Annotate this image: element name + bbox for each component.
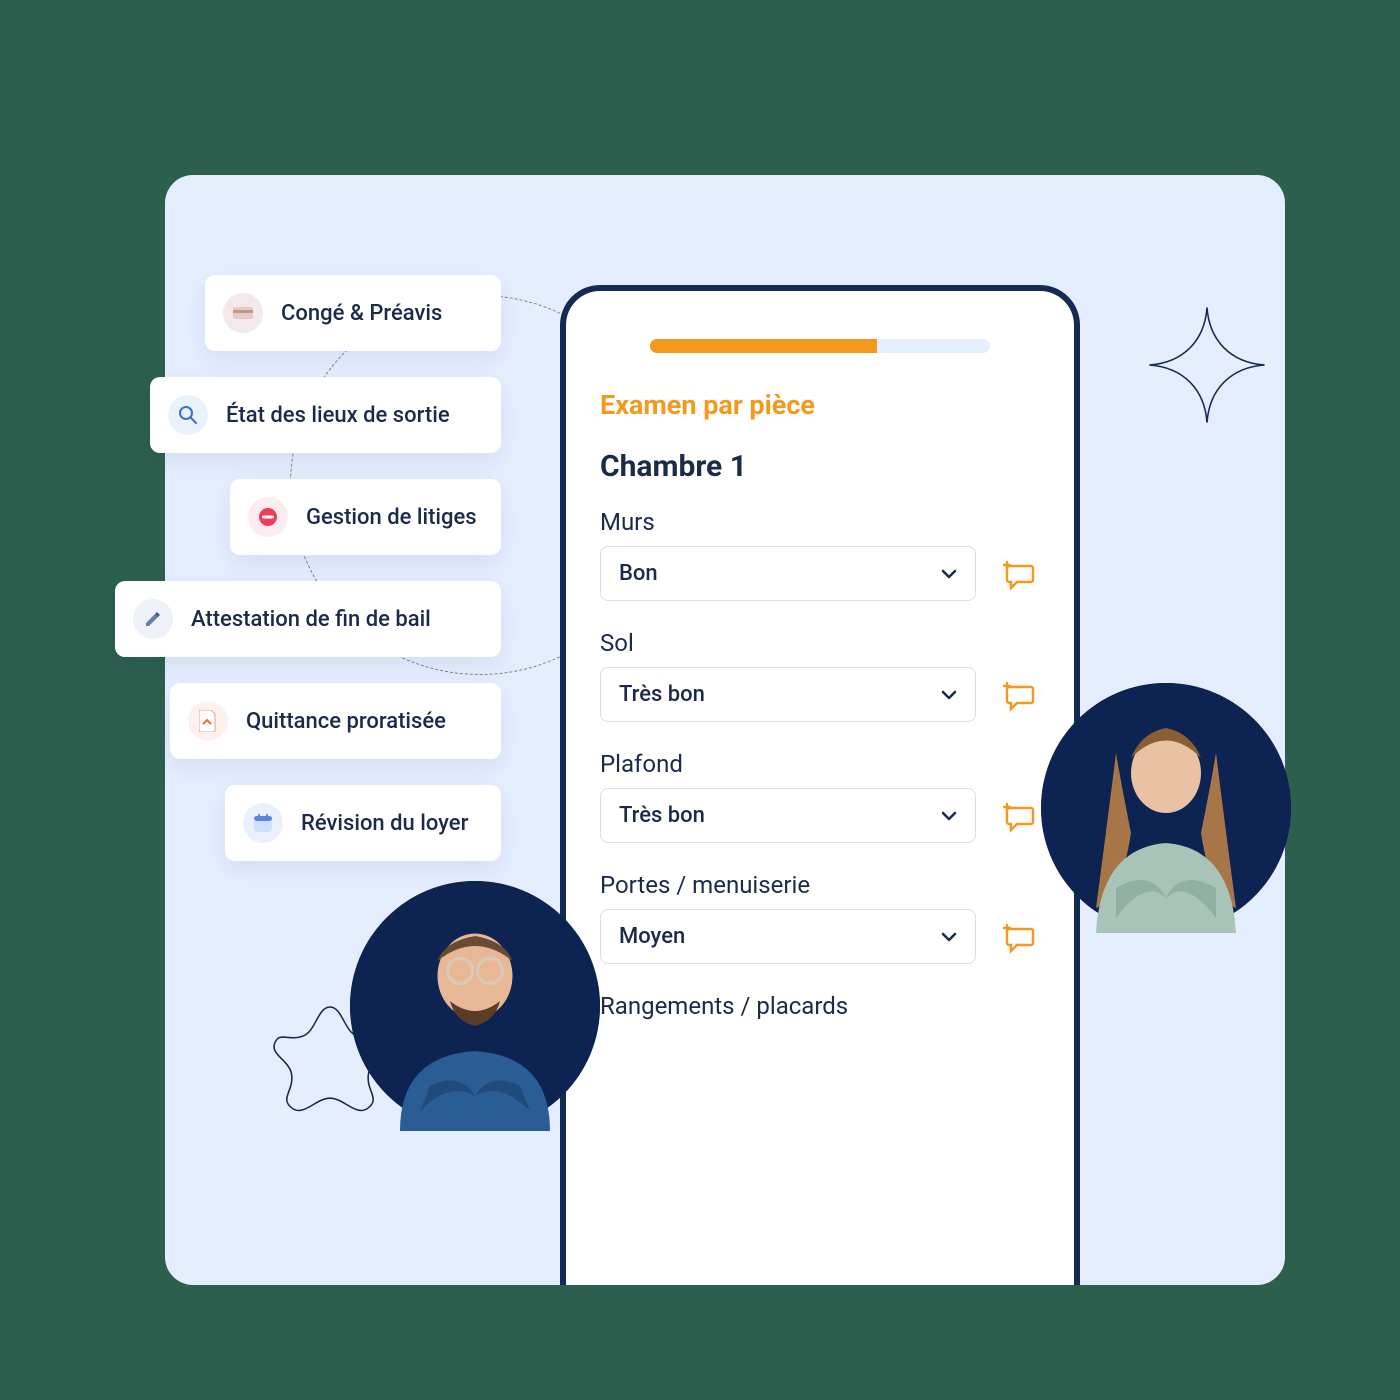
card-icon <box>223 293 263 333</box>
sidebar-item-label: Congé & Préavis <box>281 301 442 326</box>
select-sol[interactable]: Très bon <box>600 667 976 722</box>
field-label-murs: Murs <box>600 508 1040 536</box>
field-label-portes: Portes / menuiserie <box>600 871 1040 899</box>
sidebar-item-label: Quittance proratisée <box>246 709 446 734</box>
select-value: Très bon <box>619 682 705 707</box>
calendar-icon <box>243 803 283 843</box>
progress-seg-1 <box>650 339 763 353</box>
field-label-rangements: Rangements / placards <box>600 992 1040 1020</box>
pen-icon <box>133 599 173 639</box>
sidebar: Congé & Préavis État des lieux de sortie… <box>115 275 501 861</box>
sidebar-item-label: Révision du loyer <box>301 811 468 836</box>
progress-bar <box>650 339 990 353</box>
field-row-plafond: Très bon <box>600 788 1040 843</box>
field-row-portes: Moyen <box>600 909 1040 964</box>
select-value: Très bon <box>619 803 705 828</box>
field-row-sol: Très bon <box>600 667 1040 722</box>
document-icon <box>188 701 228 741</box>
sparkle-icon <box>1147 305 1267 425</box>
progress-seg-3 <box>877 339 990 353</box>
select-value: Moyen <box>619 924 685 949</box>
sidebar-item-label: État des lieux de sortie <box>226 403 450 428</box>
add-comment-button-portes[interactable] <box>998 916 1040 958</box>
field-row-murs: Bon <box>600 546 1040 601</box>
add-comment-button-murs[interactable] <box>998 553 1040 595</box>
sidebar-item-conge[interactable]: Congé & Préavis <box>205 275 501 351</box>
no-entry-icon <box>248 497 288 537</box>
sidebar-item-label: Attestation de fin de bail <box>191 607 431 632</box>
sidebar-item-revision[interactable]: Révision du loyer <box>225 785 501 861</box>
sidebar-item-attestation[interactable]: Attestation de fin de bail <box>115 581 501 657</box>
field-label-plafond: Plafond <box>600 750 1040 778</box>
select-plafond[interactable]: Très bon <box>600 788 976 843</box>
sidebar-item-label: Gestion de litiges <box>306 505 477 530</box>
section-title: Examen par pièce <box>600 389 1040 421</box>
add-comment-button-sol[interactable] <box>998 674 1040 716</box>
chevron-down-icon <box>941 566 957 582</box>
sidebar-item-etat[interactable]: État des lieux de sortie <box>150 377 501 453</box>
select-value: Bon <box>619 561 658 586</box>
avatar-man <box>350 881 600 1131</box>
avatar-woman <box>1041 683 1291 933</box>
select-murs[interactable]: Bon <box>600 546 976 601</box>
sidebar-item-litiges[interactable]: Gestion de litiges <box>230 479 501 555</box>
select-portes[interactable]: Moyen <box>600 909 976 964</box>
room-title: Chambre 1 <box>600 449 1040 484</box>
phone-card: Examen par pièce Chambre 1 Murs Bon Sol … <box>560 285 1080 1285</box>
field-label-sol: Sol <box>600 629 1040 657</box>
progress-seg-2 <box>763 339 876 353</box>
add-comment-button-plafond[interactable] <box>998 795 1040 837</box>
chevron-down-icon <box>941 808 957 824</box>
chevron-down-icon <box>941 929 957 945</box>
magnifier-icon <box>168 395 208 435</box>
sidebar-item-quittance[interactable]: Quittance proratisée <box>170 683 501 759</box>
chevron-down-icon <box>941 687 957 703</box>
